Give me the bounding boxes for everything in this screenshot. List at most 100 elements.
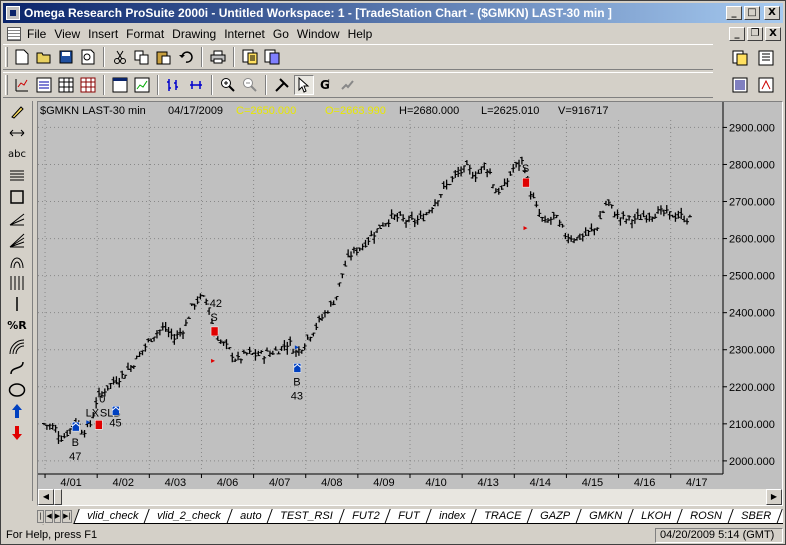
header-open: O=2663.990 bbox=[325, 105, 386, 117]
gear-icon[interactable]: Gl bbox=[316, 75, 336, 95]
tab-vlid-2-check[interactable]: vlid_2_check bbox=[143, 509, 234, 524]
status-datetime: 04/20/2009 5:14 (GMT) bbox=[655, 527, 783, 543]
arc-icon[interactable] bbox=[3, 251, 31, 272]
tab-lkoh[interactable]: LKOH bbox=[627, 509, 684, 524]
sell-marker bbox=[522, 177, 530, 188]
print-icon[interactable] bbox=[208, 47, 228, 67]
annotation-text: B bbox=[293, 376, 300, 388]
menu-insert[interactable]: Insert bbox=[86, 27, 124, 41]
scroll-thumb[interactable] bbox=[54, 489, 62, 505]
up-arrow-icon[interactable] bbox=[3, 400, 31, 421]
ellipse-icon[interactable] bbox=[3, 379, 31, 400]
scroll-left-button[interactable]: ◀ bbox=[38, 489, 54, 505]
tab-trace[interactable]: TRACE bbox=[470, 509, 535, 524]
paste-icon[interactable] bbox=[154, 47, 174, 67]
y-tick-label: 2500.000 bbox=[729, 271, 775, 283]
tab-first-button[interactable]: |◀ bbox=[37, 510, 45, 525]
menu-internet[interactable]: Internet bbox=[222, 27, 271, 41]
save-icon[interactable] bbox=[56, 47, 76, 67]
horizontal-line-icon[interactable] bbox=[3, 122, 31, 143]
percent-r-icon[interactable]: %R bbox=[3, 315, 31, 336]
maximize-button[interactable]: □ bbox=[744, 6, 760, 20]
close-button[interactable]: X bbox=[764, 6, 780, 20]
tools-icon[interactable] bbox=[272, 75, 292, 95]
copy-icon[interactable] bbox=[132, 47, 152, 67]
tab-rosn[interactable]: ROSN bbox=[676, 509, 735, 524]
chart-toolbar: Gl bbox=[3, 72, 713, 98]
mdi-minimize-button[interactable]: _ bbox=[729, 26, 745, 41]
menu-go[interactable]: Go bbox=[271, 27, 295, 41]
tab-prev-button[interactable]: ◀ bbox=[45, 510, 53, 523]
chart-header: $GMKN LAST-30 min 04/17/2009 C=2650.000 … bbox=[40, 105, 608, 117]
toolbar-separator bbox=[211, 75, 213, 95]
minimize-button[interactable]: _ bbox=[726, 6, 742, 20]
undo-icon[interactable] bbox=[176, 47, 196, 67]
strategy-icon[interactable] bbox=[164, 75, 184, 95]
tab-next-button[interactable]: ▶ bbox=[53, 510, 62, 523]
rectangle-icon[interactable] bbox=[3, 187, 31, 208]
header-date: 04/17/2009 bbox=[168, 105, 223, 117]
menu-view[interactable]: View bbox=[52, 27, 86, 41]
radar-icon[interactable] bbox=[34, 75, 54, 95]
mdi-restore-button[interactable]: ❐ bbox=[747, 26, 763, 41]
analysis-icon[interactable] bbox=[132, 75, 152, 95]
y-tick-label: 2400.000 bbox=[729, 308, 775, 320]
tab-last-button[interactable]: ▶| bbox=[62, 510, 72, 523]
y-tick-label: 2700.000 bbox=[729, 197, 775, 209]
zoom-in-icon[interactable] bbox=[218, 75, 238, 95]
tab-sber[interactable]: SBER bbox=[727, 509, 783, 524]
text-icon[interactable]: abc bbox=[3, 144, 31, 165]
spreadsheet-icon[interactable] bbox=[78, 75, 98, 95]
new-icon[interactable] bbox=[12, 47, 32, 67]
insert-chart-icon[interactable] bbox=[12, 75, 32, 95]
pen-icon[interactable] bbox=[3, 101, 31, 122]
y-tick-label: 2900.000 bbox=[729, 122, 775, 134]
scroll-right-button[interactable]: ▶ bbox=[766, 489, 782, 505]
chart-options-icon[interactable] bbox=[730, 48, 750, 68]
signal-icon[interactable] bbox=[338, 75, 358, 95]
annotation-text: 0 bbox=[99, 393, 105, 405]
right-toolbar bbox=[723, 45, 783, 97]
tab-test-rsi[interactable]: TEST_RSI bbox=[266, 509, 346, 524]
menu-help[interactable]: Help bbox=[346, 27, 379, 41]
vertical-line-icon[interactable] bbox=[3, 294, 31, 315]
tab-vlid-check[interactable]: vlid_check bbox=[73, 509, 152, 524]
menu-window[interactable]: Window bbox=[295, 27, 346, 41]
open-icon[interactable] bbox=[34, 47, 54, 67]
mdi-close-button[interactable]: X bbox=[765, 26, 781, 41]
workspace-icon[interactable] bbox=[730, 75, 750, 95]
window-icon[interactable] bbox=[110, 75, 130, 95]
sell-marker bbox=[210, 326, 219, 337]
fan-icon[interactable] bbox=[3, 229, 31, 250]
drawing-toolbar: abc %R bbox=[3, 101, 33, 501]
menu-file[interactable]: File bbox=[25, 27, 52, 41]
layout-icon[interactable] bbox=[756, 48, 776, 68]
cycle-icon[interactable] bbox=[3, 272, 31, 293]
tab-gazp[interactable]: GAZP bbox=[526, 509, 584, 524]
lines-icon[interactable] bbox=[3, 165, 31, 186]
grid-icon[interactable] bbox=[56, 75, 76, 95]
menu-format[interactable]: Format bbox=[124, 27, 170, 41]
settings-icon[interactable] bbox=[756, 75, 776, 95]
print-preview-icon[interactable] bbox=[78, 47, 98, 67]
cut-icon[interactable] bbox=[110, 47, 130, 67]
zoom-out-icon[interactable] bbox=[240, 75, 260, 95]
chart-window[interactable]: 2000.000 2100.000 2200.000 2300.000 2400.000… bbox=[37, 101, 783, 506]
indicator-icon[interactable] bbox=[186, 75, 206, 95]
horizontal-scrollbar[interactable]: ◀ ▶ bbox=[38, 489, 782, 505]
down-arrow-icon[interactable] bbox=[3, 422, 31, 443]
title-bar[interactable]: Omega Research ProSuite 2000i - Untitled… bbox=[3, 3, 783, 23]
pointer-icon[interactable] bbox=[294, 75, 314, 95]
toolbar-grip[interactable] bbox=[5, 75, 8, 95]
curve-icon[interactable] bbox=[3, 358, 31, 379]
trend-icon[interactable] bbox=[3, 208, 31, 229]
price-chart[interactable]: 2000.000 2100.000 2200.000 2300.000 2400.000… bbox=[38, 102, 782, 489]
menu-drawing[interactable]: Drawing bbox=[170, 27, 222, 41]
news-icon[interactable] bbox=[240, 47, 260, 67]
options-icon[interactable] bbox=[262, 47, 282, 67]
document-icon[interactable] bbox=[7, 26, 21, 41]
x-tick-label: 4/01 bbox=[60, 477, 81, 489]
toolbar-grip[interactable] bbox=[5, 47, 8, 67]
tab-gmkn[interactable]: GMKN bbox=[575, 509, 636, 524]
speed-icon[interactable] bbox=[3, 336, 31, 357]
